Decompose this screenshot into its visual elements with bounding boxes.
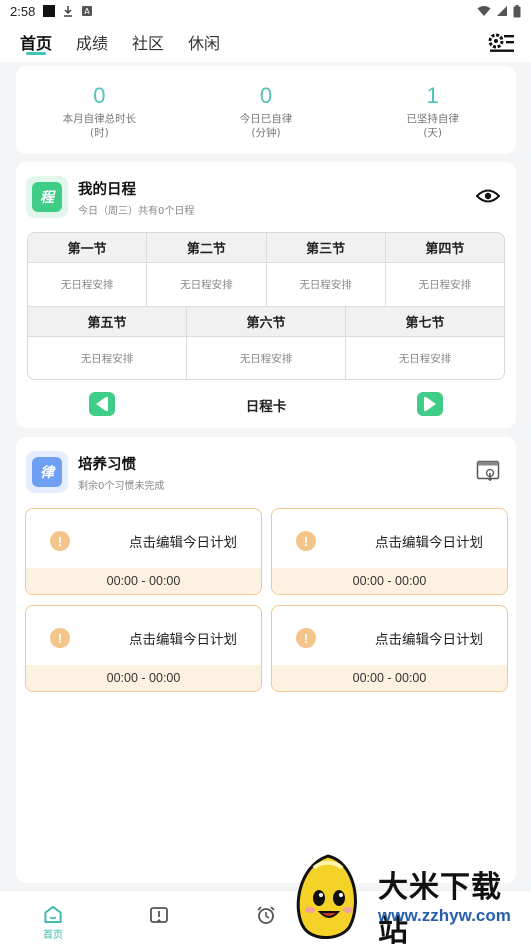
plan-text: 点击编辑今日计划	[375, 535, 483, 551]
schedule-icon-char: 程	[32, 182, 62, 212]
next-button[interactable]	[417, 392, 443, 416]
grid-header-row: 第五节 第六节 第七节	[28, 307, 504, 337]
schedule-card-nav: 日程卡	[16, 390, 516, 418]
period-3-header: 第三节	[266, 233, 386, 263]
tab-leisure[interactable]: 休闲	[188, 22, 220, 62]
stat-today: 0 今日已自律 (分钟)	[183, 66, 350, 154]
home-icon	[44, 905, 62, 924]
period-3-cell[interactable]: 无日程安排	[266, 263, 386, 306]
period-6-header: 第六节	[187, 307, 346, 337]
screen-touch-icon[interactable]	[476, 459, 502, 483]
habit-card: 律 培养习惯 剩余0个习惯未完成 ! 点击编辑今日计划 00:00 - 00:0…	[16, 437, 516, 883]
plan-card[interactable]: ! 点击编辑今日计划 00:00 - 00:00	[25, 605, 262, 692]
stat-value: 0	[93, 83, 106, 108]
period-4-cell[interactable]: 无日程安排	[385, 263, 504, 306]
arrow-right-icon	[424, 397, 436, 411]
period-5-cell[interactable]: 无日程安排	[28, 337, 187, 379]
plan-card[interactable]: ! 点击编辑今日计划 00:00 - 00:00	[271, 508, 508, 595]
battery-icon	[513, 4, 521, 17]
schedule-subtitle: 今日（周三）共有0个日程	[78, 206, 195, 217]
tab-home[interactable]: 首页	[20, 22, 52, 62]
bottom-nav-label: 首页	[43, 930, 63, 941]
signal-icon	[497, 6, 507, 16]
bottom-nav-home[interactable]: 首页	[38, 905, 68, 941]
plan-text: 点击编辑今日计划	[375, 632, 483, 648]
tab-grades[interactable]: 成绩	[76, 22, 108, 62]
stat-unit: (分钟)	[251, 127, 281, 139]
plan-card-body: ! 点击编辑今日计划	[272, 606, 507, 666]
wifi-icon	[477, 6, 491, 16]
stat-month-total: 0 本月自律总时长 (时)	[16, 66, 183, 154]
watermark-text: 大米下载站	[378, 870, 502, 944]
plan-text: 点击编辑今日计划	[129, 632, 237, 648]
habit-subtitle: 剩余0个习惯未完成	[78, 481, 165, 492]
bottom-nav-alarm[interactable]	[251, 905, 281, 941]
rice-mascot-logo	[296, 854, 357, 939]
period-7-cell[interactable]: 无日程安排	[346, 337, 504, 379]
period-5-header: 第五节	[28, 307, 187, 337]
plan-card-body: ! 点击编辑今日计划	[26, 606, 261, 666]
plan-card-body: ! 点击编辑今日计划	[26, 509, 261, 569]
period-4-header: 第四节	[385, 233, 504, 263]
settings-gear-icon[interactable]	[487, 31, 515, 55]
period-2-cell[interactable]: 无日程安排	[147, 263, 267, 306]
download-icon	[64, 6, 73, 17]
habit-title: 培养习惯	[78, 457, 136, 473]
app-notification-icon: A	[82, 6, 93, 16]
period-1-header: 第一节	[28, 233, 148, 263]
plan-time: 00:00 - 00:00	[272, 665, 507, 691]
habit-icon: 律	[26, 451, 68, 493]
plan-card[interactable]: ! 点击编辑今日计划 00:00 - 00:00	[271, 605, 508, 692]
plan-text: 点击编辑今日计划	[129, 535, 237, 551]
grid-header-row: 第一节 第二节 第三节 第四节	[28, 233, 504, 263]
stat-value: 1	[426, 83, 439, 108]
period-2-header: 第二节	[147, 233, 267, 263]
warning-icon: !	[296, 628, 316, 648]
top-tab-bar: 首页 成绩 社区 休闲	[0, 22, 531, 62]
schedule-icon: 程	[26, 176, 68, 218]
notification-square-icon	[43, 5, 56, 17]
schedule-card: 程 我的日程 今日（周三）共有0个日程 第一节 第二节 第三节 第四节 无日程安…	[16, 162, 516, 428]
tab-community[interactable]: 社区	[132, 22, 164, 62]
status-bar: 2:58 A	[0, 0, 531, 22]
plan-time: 00:00 - 00:00	[26, 665, 261, 691]
plan-time: 00:00 - 00:00	[272, 568, 507, 594]
stat-label: 今日已自律	[239, 113, 293, 125]
plan-time: 00:00 - 00:00	[26, 568, 261, 594]
book-icon	[150, 907, 168, 923]
schedule-grid: 第一节 第二节 第三节 第四节 无日程安排 无日程安排 无日程安排 无日程安排 …	[27, 232, 505, 380]
plan-card-body: ! 点击编辑今日计划	[272, 509, 507, 569]
warning-icon: !	[296, 531, 316, 551]
watermark-url: www.zzhyw.com	[378, 906, 511, 925]
stat-unit: (时)	[89, 127, 109, 139]
schedule-title: 我的日程	[78, 182, 136, 198]
warning-icon: !	[50, 531, 70, 551]
stat-unit: (天)	[423, 127, 443, 139]
bottom-nav-book[interactable]	[144, 905, 174, 941]
habit-icon-char: 律	[32, 457, 62, 487]
warning-icon: !	[50, 628, 70, 648]
svg-text:A: A	[85, 7, 91, 16]
stat-value: 0	[259, 83, 273, 108]
alarm-clock-icon	[257, 906, 275, 924]
period-7-header: 第七节	[346, 307, 504, 337]
stat-label: 本月自律总时长	[62, 113, 137, 125]
plan-card[interactable]: ! 点击编辑今日计划 00:00 - 00:00	[25, 508, 262, 595]
stat-label: 已坚持自律	[406, 113, 459, 125]
grid-body-row: 无日程安排 无日程安排 无日程安排	[28, 337, 504, 379]
stats-card: 0 本月自律总时长 (时) 0 今日已自律 (分钟) 1 已坚持自律 (天)	[16, 66, 516, 154]
period-1-cell[interactable]: 无日程安排	[28, 263, 148, 306]
eye-icon[interactable]	[476, 186, 500, 206]
status-time: 2:58	[10, 3, 36, 19]
stat-streak: 1 已坚持自律 (天)	[349, 66, 516, 154]
grid-body-row: 无日程安排 无日程安排 无日程安排 无日程安排	[28, 263, 504, 307]
watermark: 大米下载站 www.zzhyw.com	[292, 852, 531, 944]
period-6-cell[interactable]: 无日程安排	[187, 337, 346, 379]
